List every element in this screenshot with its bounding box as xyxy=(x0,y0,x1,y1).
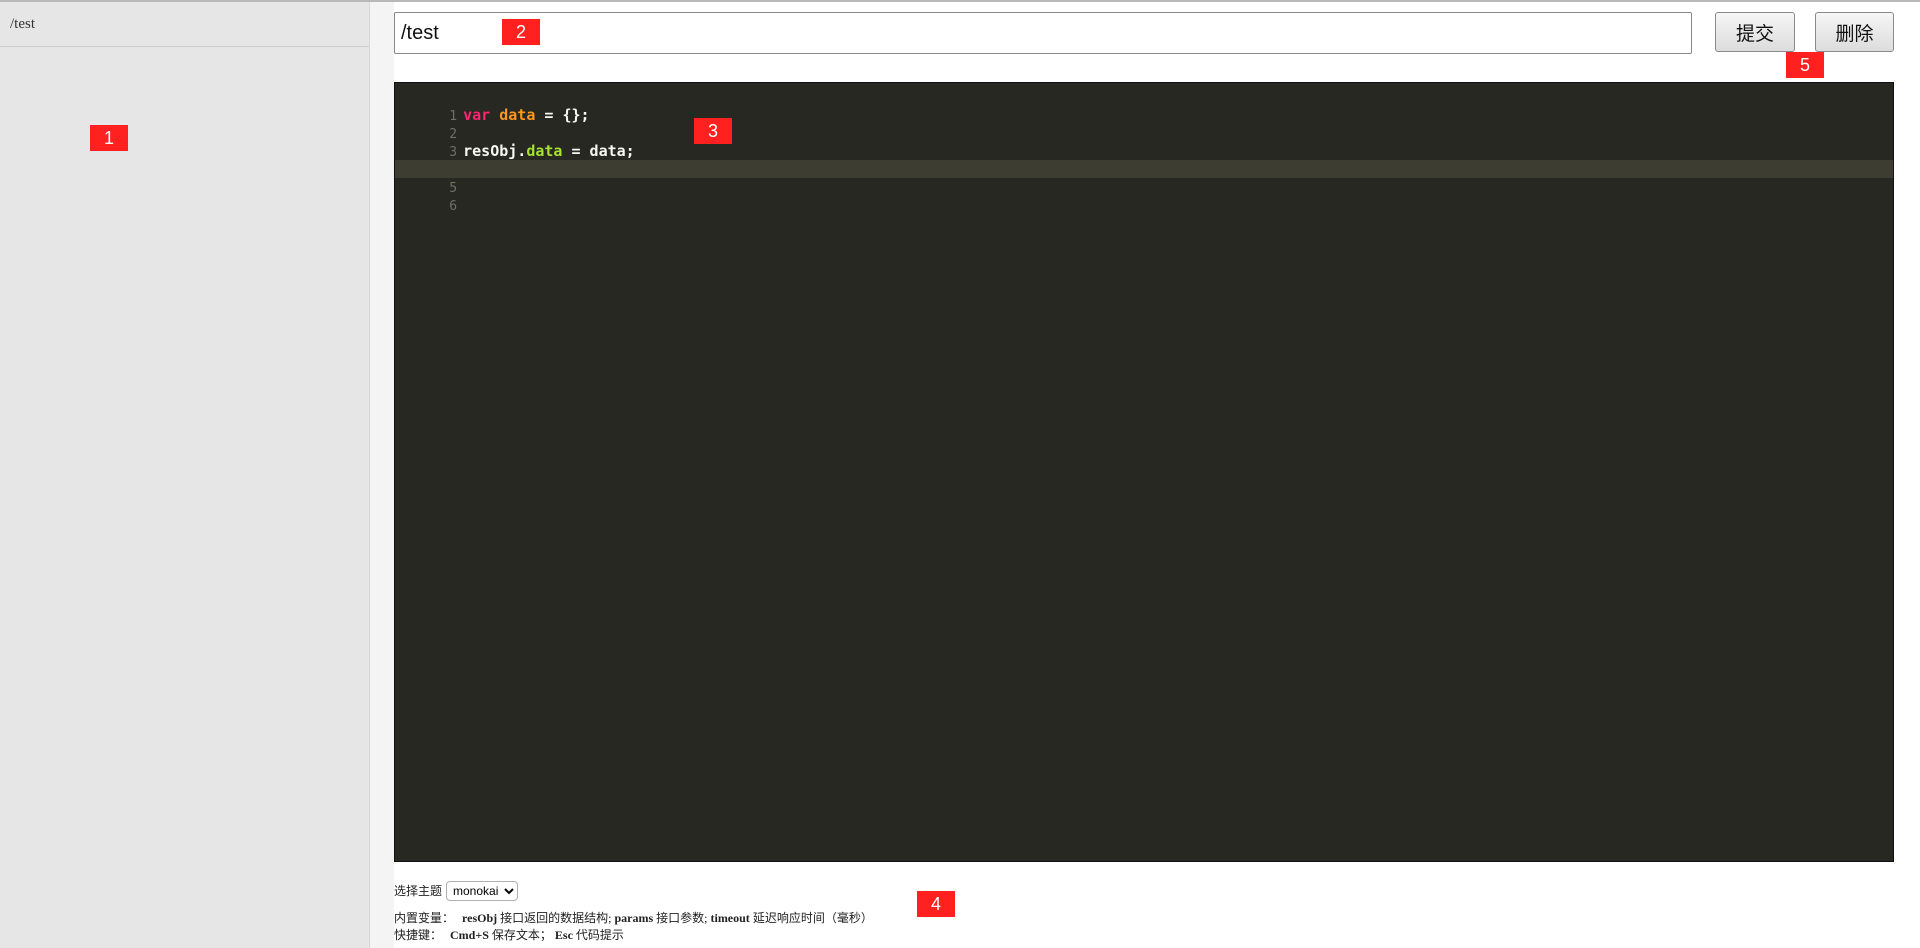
theme-select[interactable]: monokai xyxy=(446,881,519,901)
sidebar-item-test[interactable]: /test xyxy=(0,2,369,47)
var-name: params xyxy=(614,911,654,925)
path-input[interactable] xyxy=(394,12,1692,54)
annotation-marker-1: 1 xyxy=(90,125,128,151)
var-name: timeout xyxy=(710,911,750,925)
builtin-label: 内置变量： xyxy=(394,911,455,925)
shortcut-desc: 保存文本； xyxy=(491,928,552,942)
shortcut-key: Esc xyxy=(554,928,573,942)
delete-button[interactable]: 删除 xyxy=(1815,12,1894,52)
editor-footer: 选择主题 monokai 内置变量： resObj 接口返回的数据结构; para… xyxy=(394,880,873,944)
shortcut-hint: 快捷键： Cmd+S 保存文本； Esc 代码提示 xyxy=(394,927,873,944)
shortcut-label: 快捷键： xyxy=(394,928,443,942)
code-line: 4 xyxy=(395,142,1893,178)
builtin-vars-hint: 内置变量： resObj 接口返回的数据结构; params 接口参数; time… xyxy=(394,910,873,927)
var-desc: 延迟响应时间（毫秒） xyxy=(752,911,873,925)
annotation-marker-2: 2 xyxy=(502,19,540,45)
var-desc: 接口参数; xyxy=(656,911,708,925)
code-line: 2 xyxy=(395,106,1893,142)
code-line: 6 xyxy=(395,178,1893,214)
theme-label: 选择主题 xyxy=(394,884,443,898)
theme-row: 选择主题 monokai xyxy=(394,880,873,902)
code-line: 1 var data = {}; xyxy=(395,88,1893,124)
annotation-marker-5: 5 xyxy=(1786,52,1824,78)
sidebar-gutter xyxy=(370,2,394,948)
var-desc: 接口返回的数据结构; xyxy=(500,911,612,925)
code-line-active: 5 xyxy=(395,160,1893,196)
line-number: 6 xyxy=(449,199,458,214)
sidebar: /test xyxy=(0,2,370,948)
shortcut-desc: 代码提示 xyxy=(575,928,624,942)
annotation-marker-4: 4 xyxy=(917,891,955,917)
code-line: 3 resObj.data = data; xyxy=(395,124,1893,160)
shortcut-key: Cmd+S xyxy=(450,928,489,942)
annotation-marker-3: 3 xyxy=(694,118,732,144)
code-editor[interactable]: 1var data = {}; 2 3resObj.data = data; 4… xyxy=(394,82,1894,862)
var-name: resObj xyxy=(462,911,498,925)
submit-button[interactable]: 提交 xyxy=(1715,12,1795,52)
